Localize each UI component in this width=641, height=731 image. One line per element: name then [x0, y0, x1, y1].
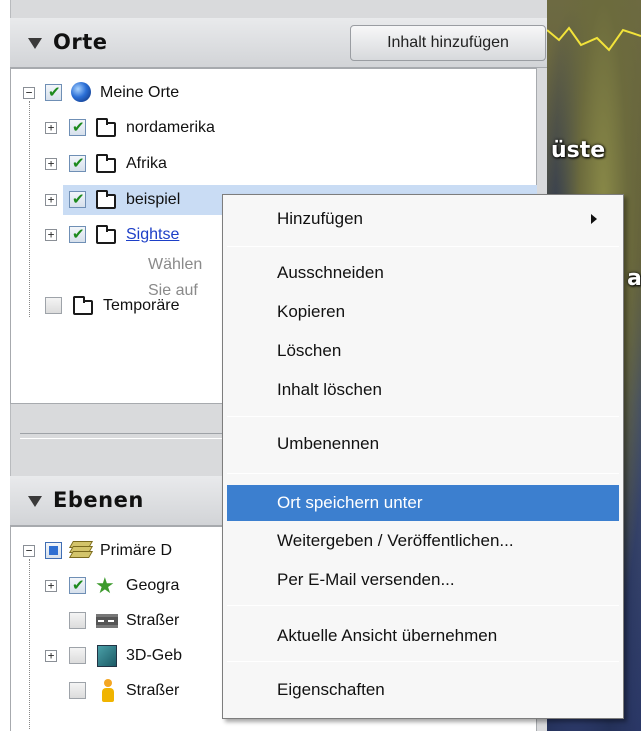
tree-item-label: Temporäre: [103, 297, 180, 314]
checkbox[interactable]: [69, 114, 86, 142]
collapse-minus-icon[interactable]: −: [23, 87, 35, 99]
expand-plus-icon[interactable]: +: [45, 580, 57, 592]
tree-item-label: Afrika: [126, 155, 167, 172]
layers-icon: [68, 541, 94, 559]
tree-item-description-line1: Wählen: [148, 256, 203, 273]
menu-item-properties[interactable]: Eigenschaften: [227, 672, 619, 708]
menu-item-rename[interactable]: Umbenennen: [227, 426, 619, 462]
collapse-minus-icon[interactable]: −: [23, 545, 35, 557]
menu-item-cut[interactable]: Ausschneiden: [227, 255, 619, 291]
checkbox[interactable]: [69, 572, 86, 600]
menu-separator: [227, 473, 619, 474]
map-border-line: [547, 26, 641, 52]
ebenen-title: Ebenen: [53, 488, 144, 512]
star-icon: ★: [95, 573, 115, 598]
checkbox[interactable]: [45, 542, 62, 559]
menu-separator: [227, 246, 619, 247]
menu-separator: [227, 416, 619, 417]
orte-title: Orte: [53, 30, 108, 54]
submenu-arrow-icon: [591, 214, 597, 224]
map-label-top: üste: [551, 138, 606, 163]
menu-item-snapshot-view[interactable]: Aktuelle Ansicht übernehmen: [227, 618, 619, 654]
collapse-triangle-icon[interactable]: [28, 496, 42, 507]
folder-icon: [96, 225, 116, 244]
layer-item-label: 3D-Geb: [126, 647, 183, 664]
folder-icon: [73, 296, 93, 315]
map-label-mid: a: [627, 266, 641, 291]
menu-item-email[interactable]: Per E-Mail versenden...: [227, 562, 619, 598]
checkbox[interactable]: [69, 221, 86, 249]
building-icon: [97, 645, 117, 667]
menu-item-delete-content[interactable]: Inhalt löschen: [227, 372, 619, 408]
menu-item-add[interactable]: Hinzufügen: [227, 201, 619, 237]
context-menu: Hinzufügen Ausschneiden Kopieren Löschen…: [222, 194, 624, 719]
menu-separator: [227, 605, 619, 606]
collapse-triangle-icon[interactable]: [28, 38, 42, 49]
menu-item-share-publish[interactable]: Weitergeben / Veröffentlichen...: [227, 523, 619, 559]
expand-plus-icon[interactable]: +: [45, 122, 57, 134]
layer-item-label: Straßer: [126, 682, 180, 699]
tree-item-afrika[interactable]: + Afrika: [11, 150, 511, 178]
menu-separator: [227, 661, 619, 662]
layer-item-label: Primäre D: [100, 542, 173, 559]
orte-panel-header[interactable]: Orte Inhalt hinzufügen: [10, 18, 547, 68]
tree-item-label: nordamerika: [126, 119, 215, 136]
expand-plus-icon[interactable]: +: [45, 194, 57, 206]
street-view-person-icon: [101, 679, 115, 703]
checkbox[interactable]: [45, 79, 62, 107]
tree-item-label: Meine Orte: [100, 84, 180, 101]
globe-icon: [71, 82, 91, 102]
add-content-button[interactable]: Inhalt hinzufügen: [350, 25, 546, 61]
menu-item-save-place-as[interactable]: Ort speichern unter: [227, 485, 619, 521]
tree-item-nordamerika[interactable]: + nordamerika: [11, 114, 511, 142]
expand-plus-icon[interactable]: +: [45, 158, 57, 170]
checkbox[interactable]: [69, 186, 86, 214]
layer-item-label: Geogra: [126, 577, 180, 594]
layer-item-label: Straßer: [126, 612, 180, 629]
folder-icon: [96, 154, 116, 173]
checkbox[interactable]: [69, 150, 86, 178]
expand-plus-icon[interactable]: +: [45, 650, 57, 662]
checkbox[interactable]: [69, 647, 86, 664]
menu-item-label: Hinzufügen: [277, 209, 364, 228]
checkbox[interactable]: [45, 297, 62, 314]
folder-icon: [96, 118, 116, 137]
tree-item-meine-orte[interactable]: − Meine Orte: [11, 79, 511, 107]
folder-icon: [96, 190, 116, 209]
checkbox[interactable]: [69, 612, 86, 629]
tree-item-link[interactable]: Sightse: [126, 221, 179, 249]
expand-plus-icon[interactable]: +: [45, 229, 57, 241]
tree-item-label: beispiel: [126, 191, 181, 208]
checkbox[interactable]: [69, 682, 86, 699]
road-icon: [96, 614, 118, 628]
menu-item-delete[interactable]: Löschen: [227, 333, 619, 369]
menu-item-copy[interactable]: Kopieren: [227, 294, 619, 330]
